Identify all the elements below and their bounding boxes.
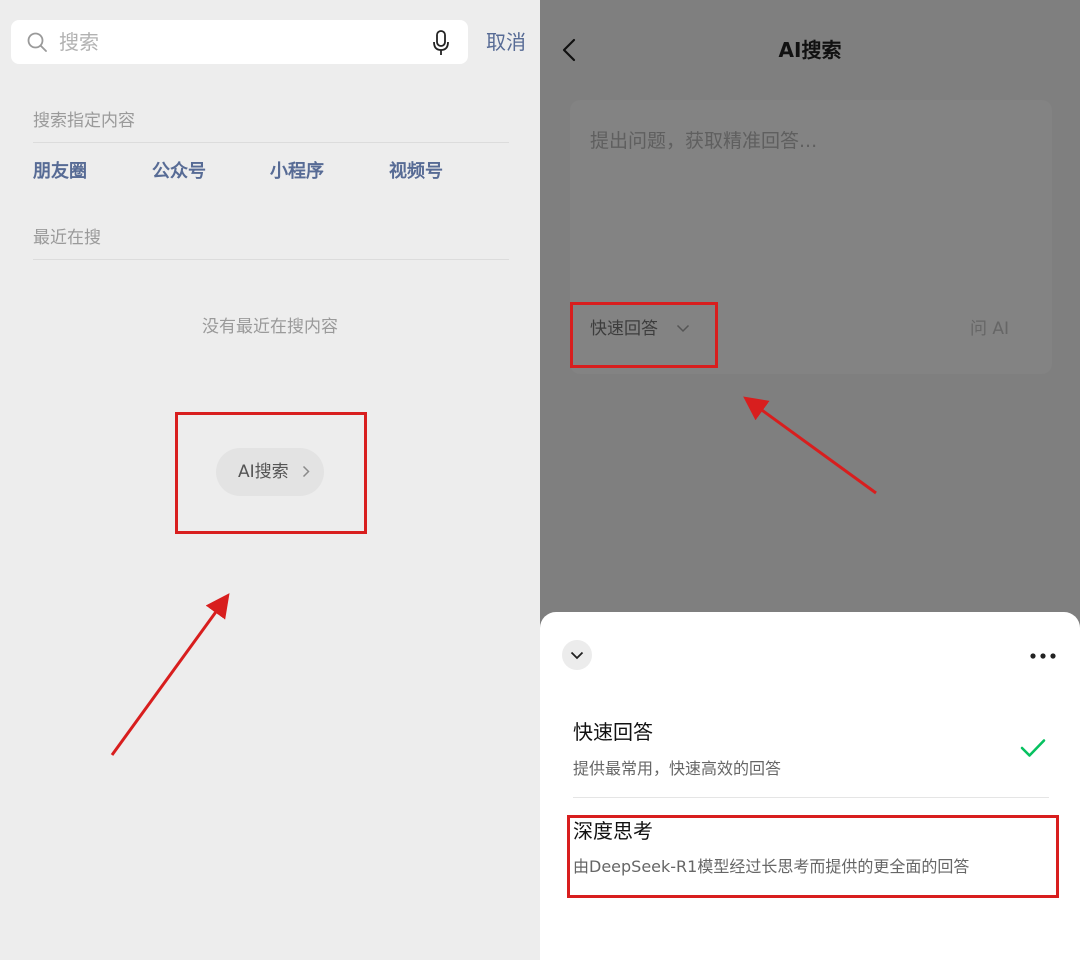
category-official-accounts[interactable]: 公众号 <box>152 160 206 184</box>
question-input[interactable]: 提出问题，获取精准回答... <box>590 128 817 154</box>
option-title: 快速回答 <box>573 720 653 744</box>
highlight-box-deep-thinking <box>567 815 1059 898</box>
recent-search-title: 最近在搜 <box>33 228 101 248</box>
highlight-box-answer-mode <box>570 302 718 368</box>
page-title: AI搜索 <box>778 38 842 62</box>
cancel-button[interactable]: 取消 <box>486 29 526 55</box>
divider <box>573 797 1049 798</box>
chevron-down-icon <box>570 651 584 660</box>
ai-search-screen: AI搜索 提出问题，获取精准回答... 快速回答 问 AI 快速回答 提供最常用… <box>540 0 1080 960</box>
divider <box>33 259 509 260</box>
search-input[interactable]: 搜索 <box>59 29 99 55</box>
collapse-sheet-button[interactable] <box>562 640 592 670</box>
search-bar[interactable]: 搜索 <box>11 20 468 64</box>
category-mini-programs[interactable]: 小程序 <box>270 160 324 184</box>
option-description: 提供最常用，快速高效的回答 <box>573 759 782 778</box>
search-icon <box>27 32 47 52</box>
specified-content-title: 搜索指定内容 <box>33 111 135 131</box>
check-icon <box>1020 739 1046 757</box>
answer-mode-sheet: 快速回答 提供最常用，快速高效的回答 深度思考 由DeepSeek-R1模型经过… <box>540 612 1080 960</box>
more-icon[interactable] <box>1030 653 1056 659</box>
divider <box>33 142 509 143</box>
highlight-box-ai-search <box>175 412 367 534</box>
recent-empty-text: 没有最近在搜内容 <box>202 317 338 337</box>
category-channels[interactable]: 视频号 <box>389 160 443 184</box>
category-moments[interactable]: 朋友圈 <box>33 160 87 184</box>
mic-icon[interactable] <box>432 30 450 56</box>
ask-ai-button[interactable]: 问 AI <box>970 318 1009 340</box>
search-screen: 搜索 取消 搜索指定内容 朋友圈 公众号 小程序 视频号 最近在搜 没有最近在搜… <box>0 0 540 960</box>
